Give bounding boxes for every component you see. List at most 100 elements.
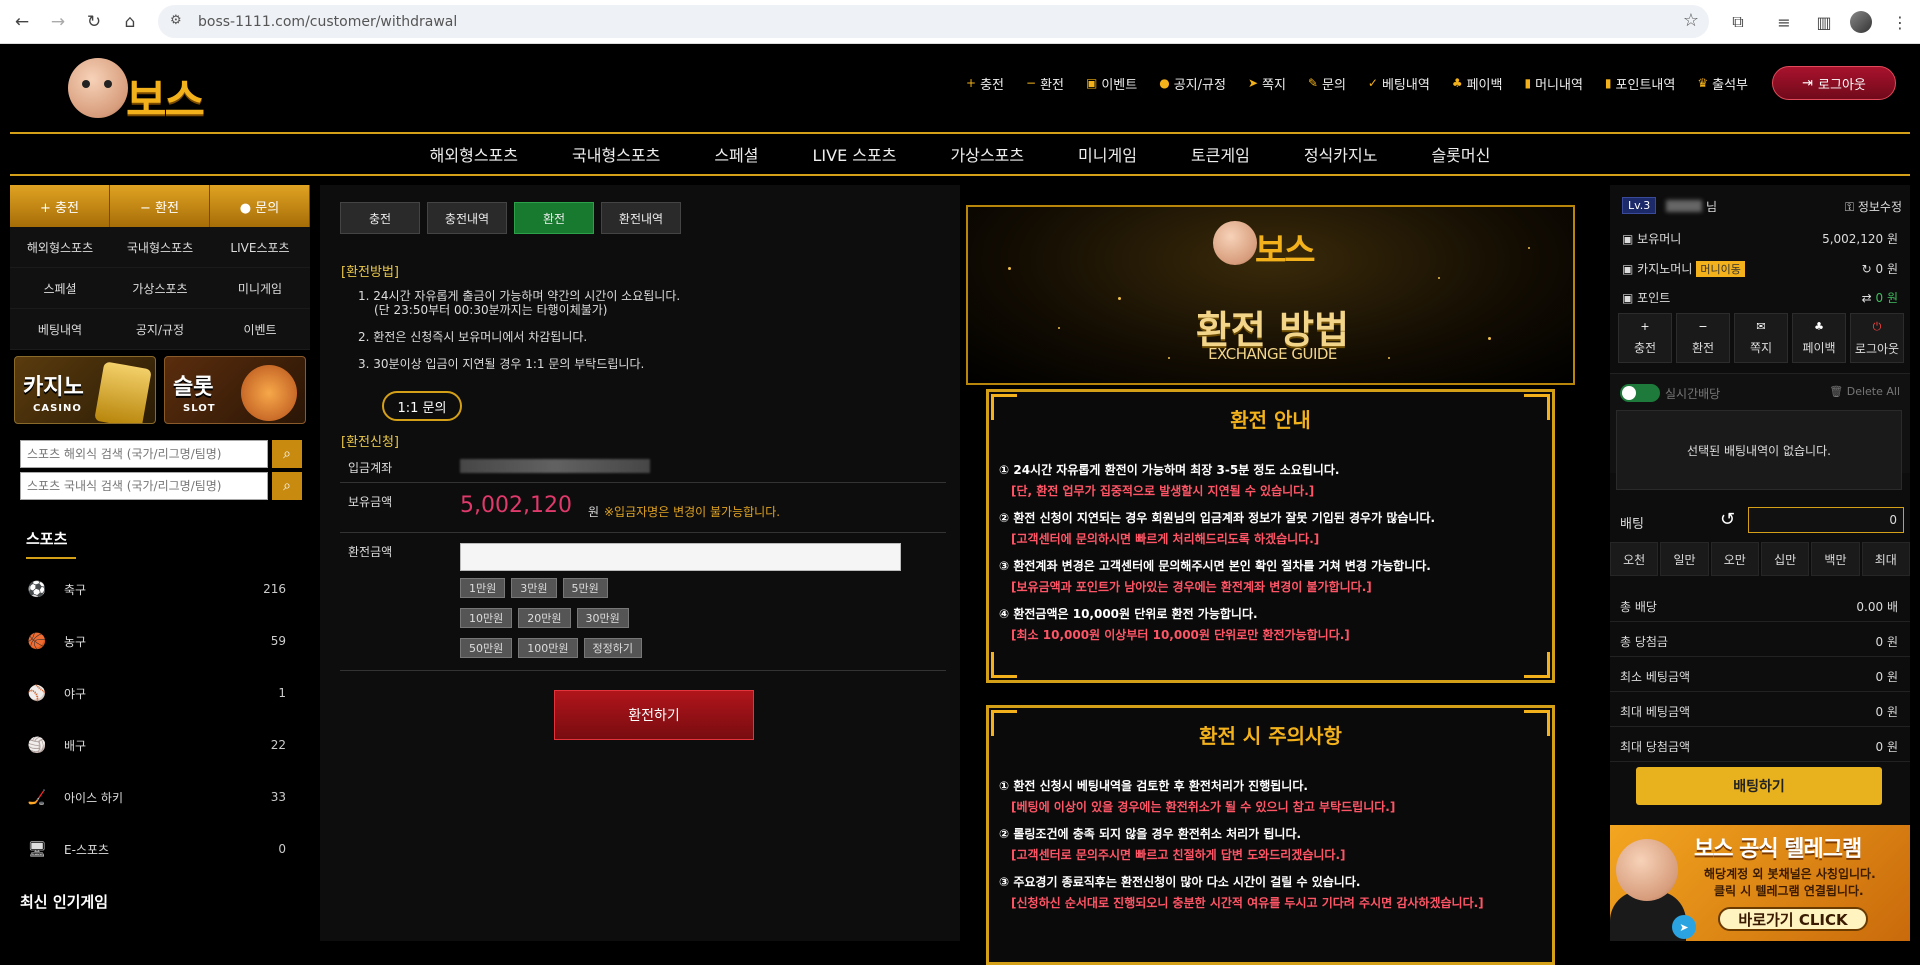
grid-item[interactable]: 미니게임	[210, 268, 310, 309]
withdraw-amount-input[interactable]	[460, 543, 901, 571]
search-icon[interactable]: ⌕	[272, 440, 302, 468]
media-icon[interactable]: ≡	[1768, 6, 1800, 38]
method-line-1-note: (단 23:50부터 00:30분까지는 타행이체불가)	[374, 303, 608, 317]
chip-10k[interactable]: 1만원	[460, 578, 506, 598]
live-odds-toggle[interactable]	[1620, 384, 1660, 402]
grid-item[interactable]: 스페셜	[10, 268, 110, 309]
bet-amount-input[interactable]: 0	[1748, 507, 1904, 533]
nav-token-game[interactable]: 토큰게임	[1191, 142, 1250, 166]
reset-icon[interactable]: ↺	[1720, 509, 1735, 530]
grid-item[interactable]: 공지/규정	[110, 309, 210, 350]
bet-amount-5000[interactable]: 오천	[1610, 542, 1659, 576]
money-move-button[interactable]: 머니이동	[1696, 261, 1745, 277]
bet-amount-100000[interactable]: 십만	[1760, 542, 1810, 576]
chip-200k[interactable]: 20만원	[518, 608, 571, 628]
top-menu-point-history[interactable]: ▮ 포인트내역	[1605, 74, 1675, 93]
message-button[interactable]: ✉ 쪽지	[1734, 313, 1788, 363]
nav-overseas-sports[interactable]: 해외형스포츠	[430, 142, 518, 166]
top-menu-bet-history[interactable]: ✓ 베팅내역	[1368, 74, 1430, 93]
tab-deposit-history[interactable]: 충전내역	[427, 202, 507, 234]
slot-banner[interactable]: 슬롯 SLOT	[164, 356, 306, 424]
reload-icon[interactable]: ↻	[78, 6, 110, 38]
refresh-icon[interactable]: ↻	[1862, 262, 1876, 276]
soccer-ball-icon: ⚽	[27, 580, 47, 598]
inquiry-button[interactable]: 1:1 문의	[382, 391, 462, 421]
sport-item-esports[interactable]: 🖥 E-스포츠 0	[10, 823, 310, 875]
tab-withdraw-history[interactable]: 환전내역	[601, 202, 681, 234]
bet-amount-1000000[interactable]: 백만	[1811, 542, 1860, 576]
address-bar[interactable]: ⚙ boss-1111.com/customer/withdrawal ☆	[158, 5, 1709, 38]
bet-amount-10000[interactable]: 일만	[1660, 542, 1709, 576]
bet-amount-max[interactable]: 최대	[1861, 542, 1910, 576]
logout-button[interactable]: ⇥ 로그아웃	[1772, 66, 1896, 100]
forward-icon[interactable]: →	[42, 6, 74, 38]
nav-casino[interactable]: 정식카지노	[1304, 142, 1378, 166]
sport-item-soccer[interactable]: ⚽ 축구 216	[10, 563, 310, 615]
sport-item-basketball[interactable]: 🏀 농구 59	[10, 615, 310, 667]
grid-item[interactable]: LIVE스포츠	[210, 227, 310, 268]
place-bet-button[interactable]: 배팅하기	[1636, 767, 1882, 805]
right-sidebar: Lv.3 님 ⚿ 정보수정 ▣ 보유머니 5,002,120 원 ▣ 카지노머니…	[1610, 185, 1910, 941]
chip-30k[interactable]: 3만원	[511, 578, 557, 598]
withdraw-button[interactable]: − 환전	[1676, 313, 1730, 363]
sport-item-icehockey[interactable]: 🏒 아이스 하키 33	[10, 771, 310, 823]
top-menu-deposit[interactable]: + 충전	[966, 74, 1004, 93]
nav-mini-game[interactable]: 미니게임	[1078, 142, 1137, 166]
top-menu-attendance[interactable]: ♛ 출석부	[1697, 74, 1748, 93]
chip-1m[interactable]: 100만원	[518, 638, 578, 658]
withdraw-submit-button[interactable]: 환전하기	[554, 690, 754, 740]
telegram-banner[interactable]: ➤ 보스 공식 텔레그램 해당계정 외 봇채널은 사칭입니다. 클릭 시 텔레그…	[1610, 825, 1910, 941]
nav-virtual-sports[interactable]: 가상스포츠	[950, 142, 1024, 166]
chip-300k[interactable]: 30만원	[576, 608, 629, 628]
grid-item[interactable]: 베팅내역	[10, 309, 110, 350]
top-menu-notice[interactable]: ● 공지/규정	[1159, 74, 1226, 93]
casino-banner[interactable]: 카지노 CASINO	[14, 356, 156, 424]
quick-withdraw-button[interactable]: − 환전	[110, 185, 210, 227]
nav-live-sports[interactable]: LIVE 스포츠	[813, 142, 897, 166]
deposit-button[interactable]: + 충전	[1618, 313, 1672, 363]
chip-100k[interactable]: 10만원	[460, 608, 513, 628]
delete-all-button[interactable]: 🗑 Delete All	[1829, 385, 1900, 398]
site-info-icon[interactable]: ⚙	[170, 13, 182, 28]
search-overseas-input[interactable]	[20, 440, 268, 468]
grid-item[interactable]: 가상스포츠	[110, 268, 210, 309]
quick-inquiry-button[interactable]: ● 문의	[210, 185, 310, 227]
search-domestic-input[interactable]	[20, 472, 268, 500]
sport-item-volleyball[interactable]: 🏐 배구 22	[10, 719, 310, 771]
nav-special[interactable]: 스페셜	[714, 142, 758, 166]
extensions-icon[interactable]: ⧉	[1722, 6, 1754, 38]
top-menu-withdraw[interactable]: − 환전	[1026, 74, 1064, 93]
quick-deposit-button[interactable]: + 충전	[10, 185, 110, 227]
home-icon[interactable]: ⌂	[114, 6, 146, 38]
chip-50k[interactable]: 5만원	[562, 578, 608, 598]
tab-deposit[interactable]: 충전	[340, 202, 420, 234]
telegram-cta-button[interactable]: 바로가기 CLICK	[1718, 907, 1868, 931]
payback-button[interactable]: ♣ 페이백	[1792, 313, 1846, 363]
grid-item[interactable]: 이벤트	[210, 309, 310, 350]
bookmark-star-icon[interactable]: ☆	[1683, 10, 1699, 31]
menu-dots-icon[interactable]: ⋮	[1884, 6, 1916, 38]
chip-500k[interactable]: 50만원	[460, 638, 513, 658]
chip-reset[interactable]: 정정하기	[583, 638, 642, 658]
nav-domestic-sports[interactable]: 국내형스포츠	[572, 142, 660, 166]
top-menu-message[interactable]: ➤ 쪽지	[1248, 74, 1286, 93]
sport-item-baseball[interactable]: ⚾ 야구 1	[10, 667, 310, 719]
nav-slot[interactable]: 슬롯머신	[1431, 142, 1490, 166]
back-icon[interactable]: ←	[6, 6, 38, 38]
logout-side-button[interactable]: ⏻ 로그아웃	[1850, 313, 1904, 363]
grid-item[interactable]: 국내형스포츠	[110, 227, 210, 268]
grid-item[interactable]: 해외형스포츠	[10, 227, 110, 268]
top-menu-event[interactable]: ▣ 이벤트	[1086, 74, 1137, 93]
exchange-icon[interactable]: ⇄	[1862, 291, 1876, 305]
info-edit-link[interactable]: ⚿ 정보수정	[1845, 198, 1902, 215]
honorific: 님	[1706, 200, 1718, 214]
profile-avatar[interactable]	[1845, 6, 1877, 38]
site-logo[interactable]: 보스	[68, 58, 238, 126]
tab-withdraw[interactable]: 환전	[514, 202, 594, 234]
bet-amount-50000[interactable]: 오만	[1710, 542, 1759, 576]
search-icon[interactable]: ⌕	[272, 472, 302, 500]
top-menu-money-history[interactable]: ▮ 머니내역	[1524, 74, 1582, 93]
top-menu-inquiry[interactable]: ✎ 문의	[1308, 74, 1346, 93]
top-menu-payback[interactable]: ♣ 페이백	[1452, 74, 1503, 93]
sidepanel-icon[interactable]: ▥	[1808, 6, 1840, 38]
